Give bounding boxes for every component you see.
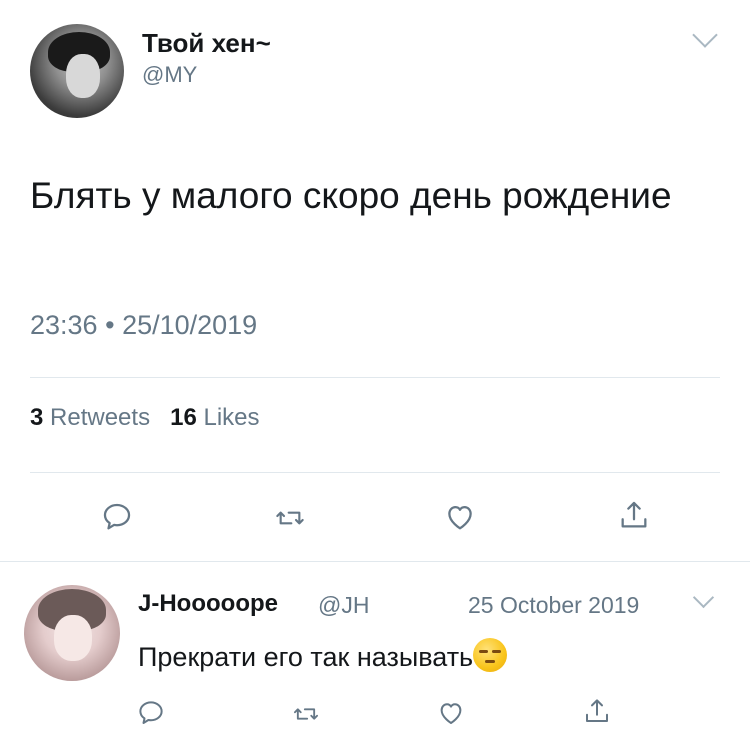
tweet-text: Блять у малого скоро день рождение — [30, 175, 672, 216]
likes-count: 16 — [170, 404, 197, 431]
retweet-icon[interactable] — [290, 700, 322, 728]
reply-text: Прекрати его так называть — [138, 638, 508, 673]
reply-icon[interactable] — [136, 698, 166, 728]
engagement-stats: 3 Retweets 16 Likes — [30, 404, 260, 432]
retweet-icon[interactable] — [272, 502, 308, 534]
reply-icon[interactable] — [100, 500, 134, 534]
timestamp-separator: • — [105, 310, 115, 340]
reply-text-content: Прекрати его так называть — [138, 642, 474, 672]
heart-icon[interactable] — [436, 698, 466, 728]
tweet-date: 25/10/2019 — [122, 310, 258, 340]
reply-handle[interactable]: @JH — [318, 592, 369, 619]
tweet-timestamp: 23:36 • 25/10/2019 — [30, 310, 257, 341]
avatar[interactable] — [24, 585, 120, 681]
tweet-time: 23:36 — [30, 310, 98, 340]
main-tweet: Твой хен~ @MY Блять у малого скоро день … — [0, 0, 750, 560]
share-icon[interactable] — [617, 497, 651, 533]
chevron-down-icon[interactable] — [692, 22, 718, 48]
user-handle[interactable]: @MY — [142, 62, 197, 88]
display-name[interactable]: Твой хен~ — [142, 28, 271, 59]
heart-icon[interactable] — [443, 500, 477, 534]
reply-display-name[interactable]: J-Hoooоope — [138, 590, 278, 618]
unamused-face-emoji — [473, 638, 508, 672]
reply-date: 25 October 2019 — [468, 592, 640, 618]
likes-label: Likes — [203, 404, 260, 431]
chevron-down-icon[interactable] — [692, 586, 715, 609]
retweets-label: Retweets — [50, 404, 151, 431]
divider — [0, 561, 750, 562]
retweets-count: 3 — [30, 404, 44, 431]
avatar[interactable] — [30, 24, 124, 118]
share-icon[interactable] — [582, 695, 612, 727]
likes-stat[interactable]: 16 Likes — [170, 404, 259, 431]
divider — [30, 377, 720, 378]
divider — [30, 472, 720, 473]
retweets-stat[interactable]: 3 Retweets — [30, 404, 150, 431]
